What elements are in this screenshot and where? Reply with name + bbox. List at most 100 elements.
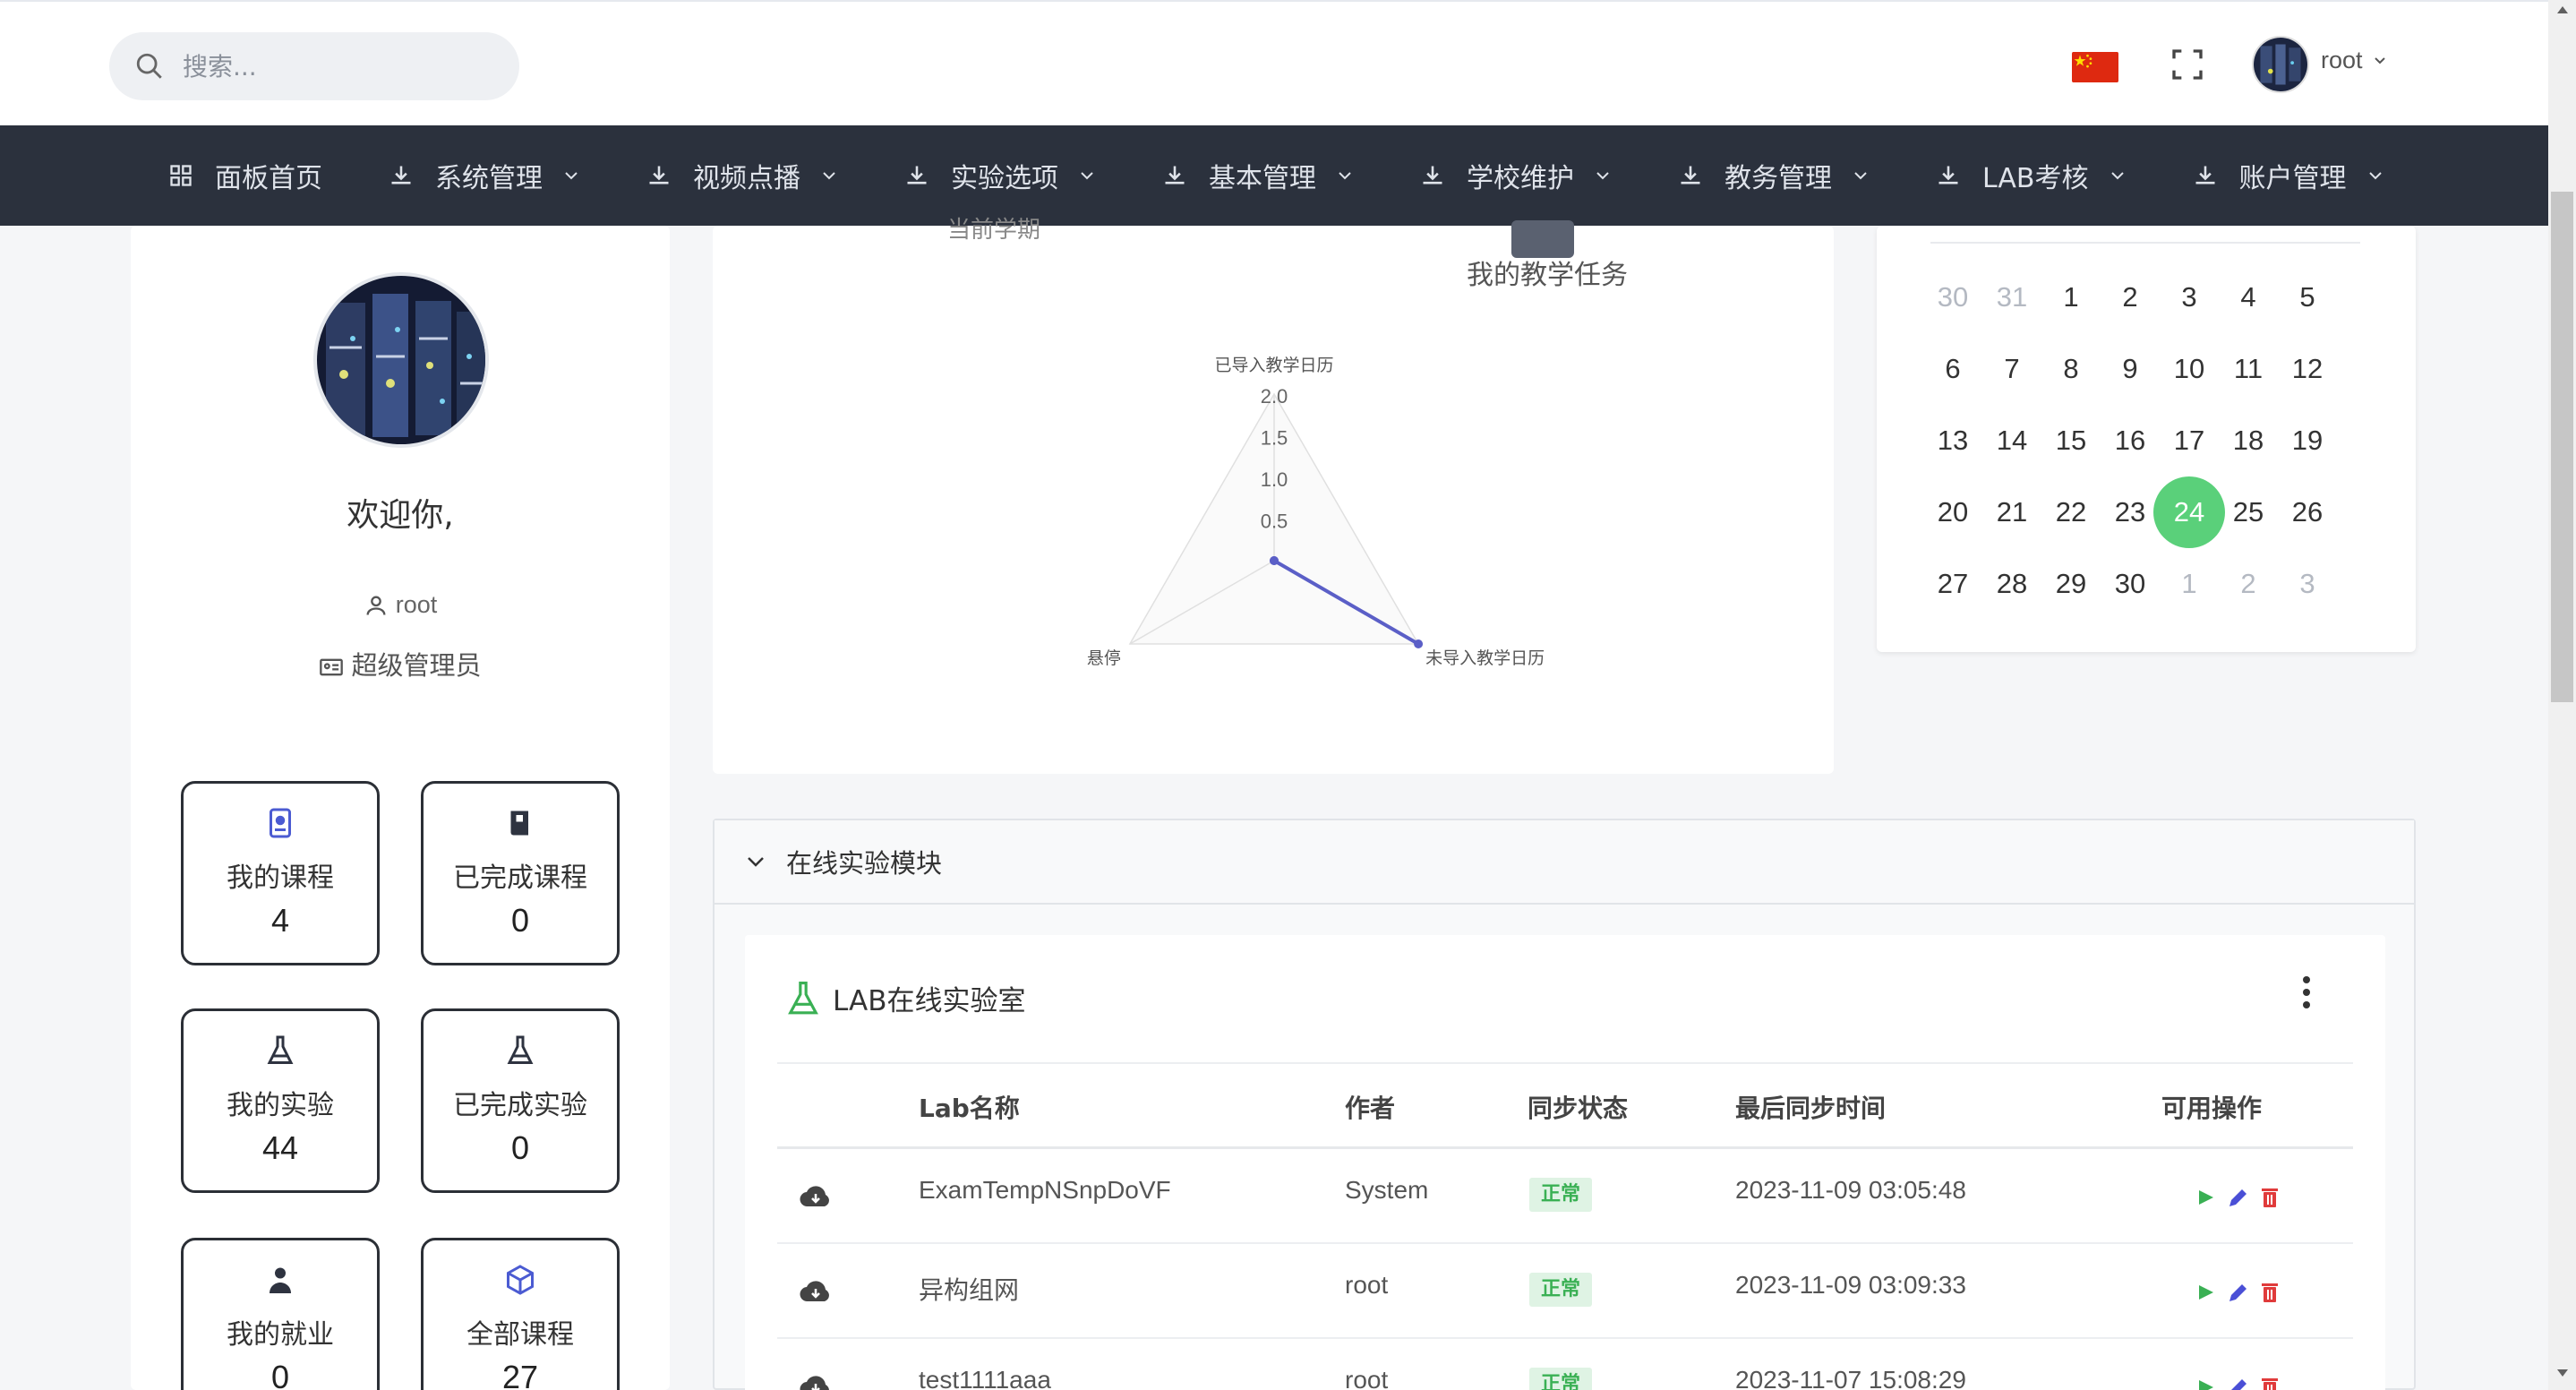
nav-item-label: 面板首页 bbox=[215, 163, 322, 194]
calendar-day[interactable]: 3 bbox=[2160, 268, 2219, 327]
calendar-day[interactable]: 31 bbox=[1982, 268, 2041, 327]
flask-icon bbox=[504, 1034, 536, 1067]
chevron-down-icon[interactable] bbox=[745, 851, 766, 872]
calendar-day[interactable]: 17 bbox=[2160, 411, 2219, 470]
calendar-day-today[interactable]: 24 bbox=[2153, 476, 2225, 548]
radar-data-point[interactable] bbox=[1414, 639, 1424, 648]
cloud-sync-icon[interactable] bbox=[799, 1183, 833, 1210]
calendar-day[interactable]: 16 bbox=[2101, 411, 2160, 470]
avatar[interactable] bbox=[2252, 36, 2309, 93]
stat-value: 4 bbox=[270, 902, 290, 939]
nav-item-label: 账户管理 bbox=[2238, 163, 2347, 194]
stat-card[interactable]: 全部课程 27 bbox=[421, 1238, 620, 1390]
delete-icon[interactable] bbox=[2258, 1280, 2281, 1305]
download-icon bbox=[2195, 166, 2215, 184]
nav-item-2[interactable]: 视频点播 bbox=[646, 125, 838, 226]
calendar-day[interactable]: 27 bbox=[1923, 554, 1982, 613]
calendar-day[interactable]: 19 bbox=[2278, 411, 2337, 470]
calendar-day[interactable]: 3 bbox=[2278, 554, 2337, 613]
calendar-day[interactable]: 15 bbox=[2041, 411, 2101, 470]
lab-name[interactable]: 异构组网 bbox=[919, 1271, 1019, 1307]
calendar-day[interactable]: 20 bbox=[1923, 483, 1982, 542]
col-header-author[interactable]: 作者 bbox=[1345, 1089, 1395, 1125]
stat-card[interactable]: 我的就业 0 bbox=[181, 1238, 380, 1390]
lab-name[interactable]: test1111aaa bbox=[919, 1366, 1051, 1390]
play-icon[interactable] bbox=[2194, 1375, 2217, 1390]
calendar-day[interactable]: 8 bbox=[2041, 339, 2101, 399]
calendar-day[interactable]: 5 bbox=[2278, 268, 2337, 327]
calendar-day[interactable]: 28 bbox=[1982, 554, 2041, 613]
chevron-down-icon bbox=[1596, 172, 1609, 180]
radar-chart: 0.5 1.0 1.5 2.0 已导入教学日历未导入教学日历 悬停 bbox=[1087, 356, 1545, 668]
calendar-day[interactable]: 30 bbox=[2101, 554, 2160, 613]
calendar-day[interactable]: 14 bbox=[1982, 411, 2041, 470]
chevron-down-icon bbox=[565, 172, 578, 180]
stat-card[interactable]: 已完成课程 0 bbox=[421, 781, 620, 965]
edit-icon[interactable] bbox=[2226, 1185, 2249, 1210]
lab-name[interactable]: ExamTempNSnpDoVF bbox=[919, 1176, 1171, 1205]
chevron-down-icon bbox=[1081, 172, 1093, 180]
calendar-day[interactable]: 2 bbox=[2101, 268, 2160, 327]
calendar-day[interactable]: 29 bbox=[2041, 554, 2101, 613]
calendar-day[interactable]: 22 bbox=[2041, 483, 2101, 542]
calendar-day[interactable]: 26 bbox=[2278, 483, 2337, 542]
stat-card[interactable]: 我的课程 4 bbox=[181, 781, 380, 965]
calendar-day[interactable]: 13 bbox=[1923, 411, 1982, 470]
calendar-day[interactable]: 9 bbox=[2101, 339, 2160, 399]
search-input[interactable] bbox=[183, 51, 487, 82]
scrollbar-thumb[interactable] bbox=[2551, 192, 2573, 702]
nav-item-8[interactable]: 账户管理 bbox=[2193, 125, 2384, 226]
calendar-day[interactable]: 2 bbox=[2219, 554, 2278, 613]
edit-icon[interactable] bbox=[2226, 1280, 2249, 1305]
play-icon[interactable] bbox=[2194, 1185, 2217, 1210]
nav-item-0[interactable]: 面板首页 bbox=[168, 125, 322, 226]
col-header-name[interactable]: Lab名称 bbox=[919, 1089, 1020, 1125]
nav-item-4[interactable]: 基本管理 bbox=[1162, 125, 1354, 226]
cloud-sync-icon[interactable] bbox=[799, 1278, 833, 1305]
radar-data-point[interactable] bbox=[1270, 556, 1279, 566]
calendar-day[interactable]: 21 bbox=[1982, 483, 2041, 542]
calendar-day[interactable]: 1 bbox=[2041, 268, 2101, 327]
download-icon bbox=[1681, 166, 1700, 184]
calendar-day[interactable]: 23 bbox=[2101, 483, 2160, 542]
calendar-day[interactable]: 7 bbox=[1982, 339, 2041, 399]
module-header[interactable]: 在线实验模块 bbox=[715, 820, 2414, 905]
user-menu-name[interactable]: root bbox=[2321, 47, 2363, 74]
more-options-icon[interactable] bbox=[2301, 974, 2312, 1010]
chevron-down-icon bbox=[1854, 172, 1867, 180]
fullscreen-icon[interactable] bbox=[2169, 47, 2205, 82]
search-box[interactable] bbox=[109, 32, 519, 100]
col-header-last-sync[interactable]: 最后同步时间 bbox=[1735, 1089, 1886, 1125]
nav-item-1[interactable]: 系统管理 bbox=[389, 125, 580, 226]
stat-card[interactable]: 我的实验 44 bbox=[181, 1008, 380, 1193]
main-nav: 面板首页 系统管理 视频点播 实验选项 基本管理 学校维护 教务管理 LAB考核 账户管理 bbox=[0, 125, 2576, 226]
calendar-day[interactable]: 4 bbox=[2219, 268, 2278, 327]
col-header-sync-status[interactable]: 同步状态 bbox=[1528, 1089, 1628, 1125]
cloud-sync-icon[interactable] bbox=[799, 1373, 833, 1390]
stat-card[interactable]: 已完成实验 0 bbox=[421, 1008, 620, 1193]
delete-icon[interactable] bbox=[2258, 1375, 2281, 1390]
calendar-day[interactable]: 1 bbox=[2160, 554, 2219, 613]
profile-card: 欢迎你, root 超级管理员 我的课程 4 已完成课程 0 我的实验 44 已完成实验 0 我… bbox=[131, 226, 670, 1390]
delete-icon[interactable] bbox=[2258, 1185, 2281, 1210]
nav-item-6[interactable]: 教务管理 bbox=[1678, 125, 1870, 226]
calendar-day[interactable]: 18 bbox=[2219, 411, 2278, 470]
edit-icon[interactable] bbox=[2226, 1375, 2249, 1390]
calendar-day[interactable]: 11 bbox=[2219, 339, 2278, 399]
chevron-down-icon[interactable] bbox=[2373, 54, 2387, 68]
last-sync-time: 2023-11-09 03:05:48 bbox=[1735, 1176, 1966, 1204]
play-icon[interactable] bbox=[2194, 1280, 2217, 1305]
calendar-day[interactable]: 30 bbox=[1923, 268, 1982, 327]
lab-card: LAB在线实验室 Lab名称 作者 同步状态 最后同步时间 可用操作 ExamT… bbox=[745, 935, 2385, 1390]
scroll-down-arrow-icon[interactable] bbox=[2554, 1367, 2572, 1379]
nav-item-7[interactable]: LAB考核 bbox=[1936, 125, 2127, 226]
calendar-day[interactable]: 25 bbox=[2219, 483, 2278, 542]
china-flag-icon[interactable] bbox=[2072, 52, 2118, 82]
radar-tick-label: 2.0 bbox=[1261, 385, 1288, 408]
calendar-day[interactable]: 6 bbox=[1923, 339, 1982, 399]
calendar-day[interactable]: 10 bbox=[2160, 339, 2219, 399]
scroll-up-arrow-icon[interactable] bbox=[2554, 4, 2572, 16]
username-label: root bbox=[395, 591, 438, 618]
nav-item-5[interactable]: 学校维护 bbox=[1420, 125, 1612, 226]
calendar-day[interactable]: 12 bbox=[2278, 339, 2337, 399]
